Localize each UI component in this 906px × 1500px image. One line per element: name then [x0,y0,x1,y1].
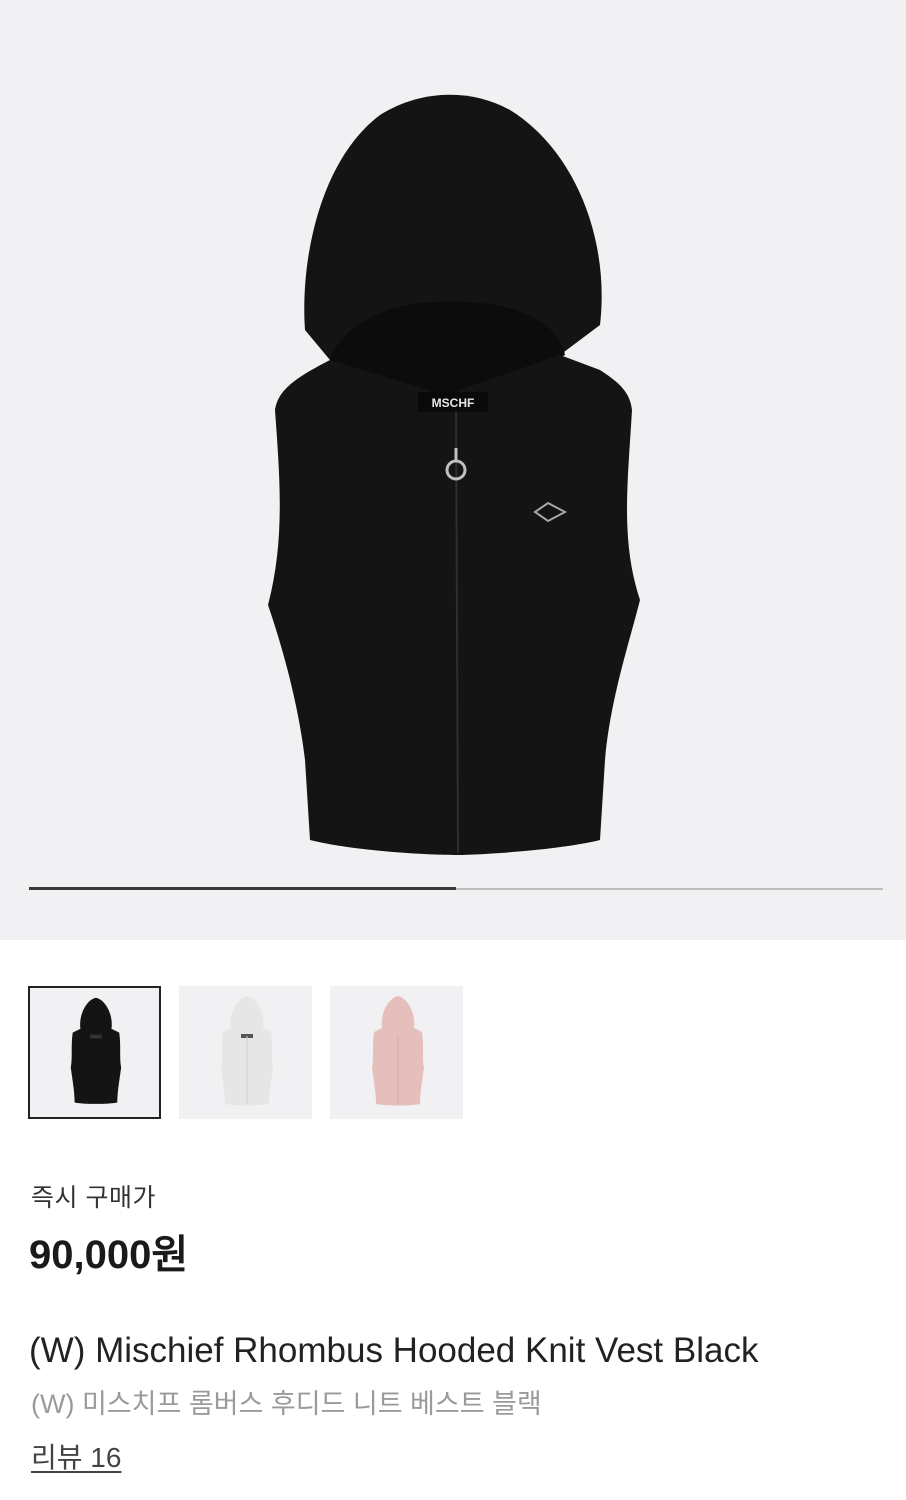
price-value: 90,000원 [29,1233,189,1277]
product-title-en: (W) Mischief Rhombus Hooded Knit Vest Bl… [29,1331,759,1370]
product-image-carousel[interactable]: MSCHF [0,0,906,940]
price-label: 즉시 구매가 [31,1184,156,1212]
image-progress-indicator [29,887,456,890]
review-link[interactable]: 리뷰 16 [31,1436,121,1476]
thumbnail-list [28,986,463,1119]
image-progress-bar [29,887,883,890]
thumbnail-white[interactable] [179,986,312,1119]
thumbnail-pink[interactable] [330,986,463,1119]
thumbnail-black[interactable] [28,986,161,1119]
product-main-image: MSCHF [268,94,640,855]
brand-label: MSCHF [432,396,475,410]
product-title-ko: (W) 미스치프 롬버스 후디드 니트 베스트 블랙 [31,1389,542,1419]
